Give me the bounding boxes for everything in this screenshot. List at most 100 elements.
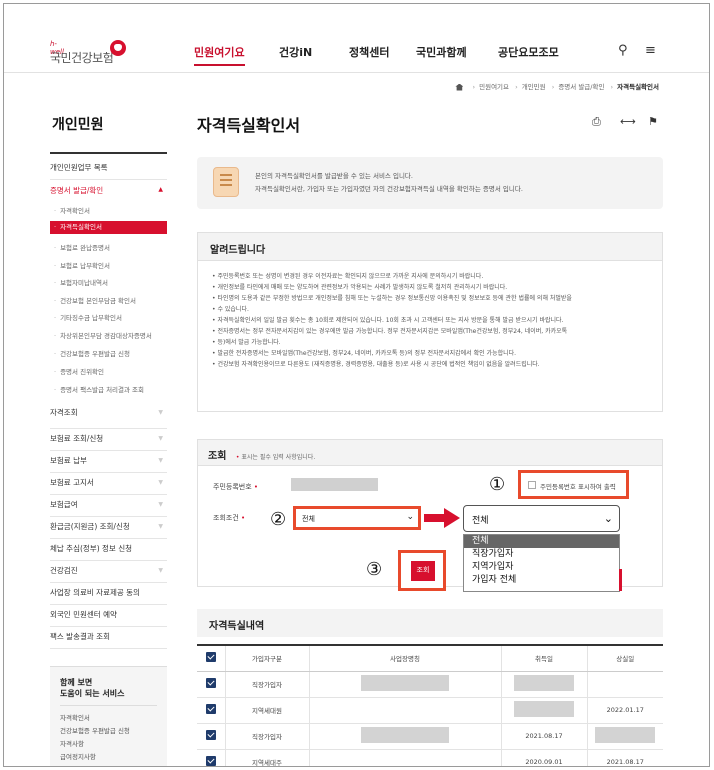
sidebar-sub-item[interactable]: 증명서 팩스발급 처리결과 조회 xyxy=(54,384,144,394)
sidebar-item[interactable]: 사업장 의료비 자료제공 동의 xyxy=(50,583,167,605)
sidebar-sub-item[interactable]: 보험료 완납증명서 xyxy=(54,242,110,252)
nav-policy[interactable]: 정책센터 xyxy=(349,44,389,60)
nav-together[interactable]: 국민과함께 xyxy=(416,44,467,60)
sidebar-sub-item-active[interactable]: 자격득실확인서 xyxy=(50,221,167,234)
row-select-cell xyxy=(197,749,225,766)
sidebar-item[interactable]: 팩스 발송결과 조회 xyxy=(50,627,167,649)
masked-value xyxy=(361,675,449,691)
row-select-cell xyxy=(197,671,225,698)
print-icon[interactable]: ⎙ xyxy=(592,115,601,129)
sidebar-item-label: 보험료 조회/신청 xyxy=(50,434,104,443)
sidebar-item-label: 개인민원업무 목록 xyxy=(50,163,108,172)
sidebar-item[interactable]: 보험료 조회/신청 ▼ xyxy=(50,429,167,451)
step-marker-2: ② xyxy=(270,509,287,530)
sidebar-item[interactable]: 보험료 고지서 ▼ xyxy=(50,473,167,495)
share-icon[interactable]: ⟷ xyxy=(620,115,636,128)
related-service-link[interactable]: 급여정지사항 xyxy=(60,751,130,764)
sidebar-title: 개인민원 xyxy=(52,117,104,133)
nav-about[interactable]: 공단요모조모 xyxy=(498,44,559,60)
condition-select-zoomed-value: 전체 xyxy=(472,516,489,526)
arrow-head-icon xyxy=(444,508,460,528)
show-rrn-checkbox-highlight[interactable]: 주민등록번호 표시하여 출력 xyxy=(518,470,629,499)
column-header: 취득일 xyxy=(500,644,587,672)
row-checkbox[interactable] xyxy=(205,756,216,766)
nav-minwon[interactable]: 민원여기요 xyxy=(194,44,245,66)
chevron-down-icon: ▼ xyxy=(158,479,163,486)
intro-text: 자격득실확인서란, 가입자 또는 가입자였던 자의 건강보험자격득실 내역을 확… xyxy=(255,185,523,193)
accent-bar xyxy=(619,569,622,591)
sidebar-sub-item[interactable]: 건강보험 본인부담금 확인서 xyxy=(54,295,136,305)
dropdown-option[interactable]: 지역가입자 xyxy=(464,561,619,574)
logo-heart-icon xyxy=(110,40,126,56)
service-intro: 본인의 자격득실확인서를 발급받을 수 있는 서비스 입니다. 자격득실확인서란… xyxy=(197,157,663,209)
search-icon[interactable]: ⚲ xyxy=(618,43,628,58)
table-header-row: 가입자구분 사업장명칭 취득일 상실일 xyxy=(197,644,663,672)
sidebar-item-label: 보험료 고지서 xyxy=(50,478,94,487)
related-services-title-line: 함께 보면 xyxy=(60,678,93,687)
sidebar-item-certificates[interactable]: 증명서 발급/확인 ▲ xyxy=(50,185,167,199)
sidebar-item[interactable]: 환급금(지원금) 조회/신청 ▼ xyxy=(50,517,167,539)
sidebar-item-label: 증명서 발급/확인 xyxy=(50,186,104,195)
masked-value xyxy=(595,727,656,743)
related-service-link[interactable]: 건강보험증 우편발급 신청 xyxy=(60,725,130,738)
column-header: 사업장명칭 xyxy=(308,644,501,672)
chevron-down-icon: ▼ xyxy=(158,523,163,530)
related-service-link[interactable]: 자격사항 xyxy=(60,738,130,751)
sidebar-item[interactable]: 보험급여 ▼ xyxy=(50,495,167,517)
row-checkbox[interactable] xyxy=(205,678,216,688)
nav-health-in[interactable]: 건강iN xyxy=(279,44,312,60)
chevron-down-icon: ▼ xyxy=(158,457,163,464)
condition-select[interactable]: 전체 ⌄ xyxy=(293,506,421,530)
bookmark-icon[interactable]: ⚑ xyxy=(648,115,658,128)
notice-item: 자격득실확인서의 일일 발급 횟수는 총 10회로 제한되어 있습니다. 10회… xyxy=(212,315,650,326)
row-checkbox[interactable] xyxy=(205,730,216,740)
sidebar-item[interactable]: 건강검진 ▼ xyxy=(50,561,167,583)
sidebar-sub-item[interactable]: 보험자미납내역서 xyxy=(54,277,108,287)
acquire-date-cell: 2020.09.01 xyxy=(500,749,587,766)
sidebar-sub-item[interactable]: 건강보험증 우편발급 신청 xyxy=(54,348,130,358)
sidebar-sub-item[interactable]: 차상위본인부담 경감대상자증명서 xyxy=(54,330,152,340)
notice-title: 알려드립니다 xyxy=(198,233,662,261)
required-hint-text: 표시는 필수 입력 사항입니다. xyxy=(241,454,316,461)
required-mark: • xyxy=(235,454,240,461)
sidebar-item[interactable]: 보험료 납부 ▼ xyxy=(50,451,167,473)
sidebar-sub-item[interactable]: 자격확인서 xyxy=(54,205,90,215)
condition-label-text: 조회조건 xyxy=(213,514,239,522)
page-title: 자격득실확인서 xyxy=(197,116,301,135)
row-checkbox[interactable] xyxy=(205,704,216,714)
breadcrumb: › 민원여기요 › 개인민원 › 증명서 발급/확인 › 자격득실확인서 xyxy=(455,81,659,91)
sidebar-item-list[interactable]: 개인민원업무 목록 xyxy=(50,162,167,180)
loss-date-cell: 2021.08.17 xyxy=(586,749,663,766)
type-cell: 지역세대주 xyxy=(224,749,309,766)
sidebar-item[interactable]: 체납 추심(정부) 정보 신청 xyxy=(50,539,167,561)
search-button[interactable]: 조회 xyxy=(411,561,435,581)
dropdown-option[interactable]: 가입자 전체 xyxy=(464,574,619,587)
sidebar-item[interactable]: 외국인 민원센터 예약 xyxy=(50,605,167,627)
dropdown-option[interactable]: 직장가입자 xyxy=(464,548,619,561)
condition-select-zoomed[interactable]: 전체 ⌄ xyxy=(463,505,620,532)
hamburger-menu-icon[interactable]: ≡ xyxy=(645,43,656,58)
select-all-checkbox[interactable] xyxy=(205,652,216,663)
sidebar-sub-item[interactable]: 증명서 진위확인 xyxy=(54,366,104,376)
acquire-date-cell: 2021.08.17 xyxy=(500,723,587,750)
breadcrumb-item[interactable]: 개인민원 xyxy=(522,83,546,91)
sidebar-item[interactable]: 자격조회 ▼ xyxy=(50,407,167,429)
rrn-label-text: 주민등록번호 xyxy=(213,483,252,491)
breadcrumb-item[interactable]: 증명서 발급/확인 xyxy=(558,83,604,91)
browser-page: h-well 국민건강보험 민원여기요 건강iN 정책센터 국민과함께 공단요모… xyxy=(3,3,710,767)
home-icon[interactable] xyxy=(455,83,464,91)
notice-box: 알려드립니다 주민등록번호 또는 성명이 변경된 경우 이전자료는 확인되지 않… xyxy=(197,232,663,412)
dropdown-option[interactable]: 전체 xyxy=(464,535,619,548)
sidebar-sub-item[interactable]: 보험료 납부확인서 xyxy=(54,260,110,270)
notice-item: 개인정보를 타인에게 매매 또는 양도하여 관련정보가 악용되는 사례가 발생하… xyxy=(212,282,650,293)
related-service-link[interactable]: 자격확인서 xyxy=(60,712,130,725)
breadcrumb-item[interactable]: 민원여기요 xyxy=(479,83,509,91)
chevron-down-icon: ⌄ xyxy=(406,512,414,522)
show-rrn-checkbox[interactable] xyxy=(528,481,536,489)
workplace-cell xyxy=(308,697,501,724)
sidebar-sub-item[interactable]: 기타징수금 납부확인서 xyxy=(54,312,122,322)
type-cell: 직장가입자 xyxy=(224,671,309,698)
header-divider xyxy=(4,72,709,73)
workplace-cell xyxy=(308,723,501,750)
notice-item: 타인명의 도용과 같은 부정한 방법으로 개인정보를 침해 또는 누설하는 경우… xyxy=(212,293,650,304)
